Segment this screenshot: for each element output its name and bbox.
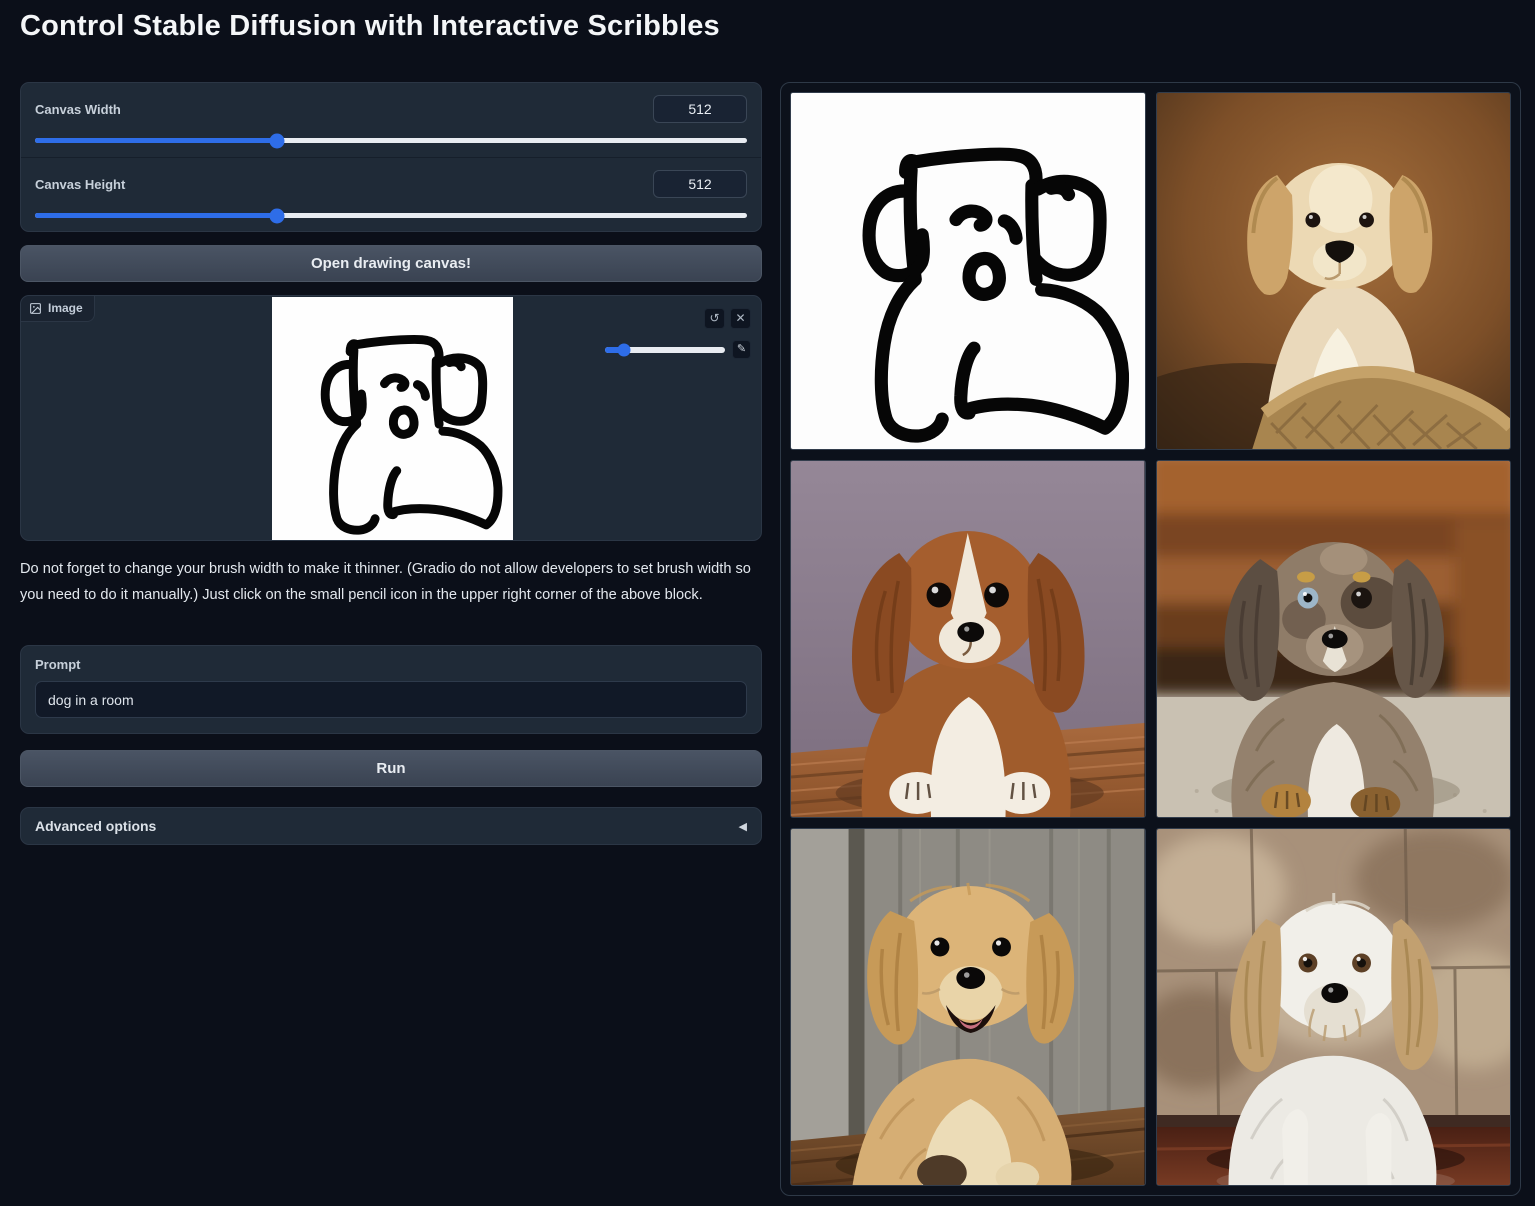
gallery-item-dog-white[interactable] — [1156, 828, 1512, 1186]
canvas-width-label: Canvas Width — [35, 102, 121, 117]
slider-thumb[interactable] — [270, 208, 285, 223]
canvas-height-label: Canvas Height — [35, 177, 125, 192]
slider-thumb[interactable] — [270, 133, 285, 148]
gallery-item-dog-basket[interactable] — [1156, 92, 1512, 450]
canvas-height-slider[interactable] — [35, 213, 747, 218]
chevron-left-icon: ◀ — [739, 820, 747, 833]
canvas-width-input[interactable] — [653, 95, 747, 123]
prompt-input[interactable] — [35, 681, 747, 718]
canvas-width-row: Canvas Width — [21, 83, 761, 157]
canvas-height-input[interactable] — [653, 170, 747, 198]
result-gallery — [780, 82, 1521, 1196]
page-title: Control Stable Diffusion with Interactiv… — [20, 10, 720, 43]
prompt-panel: Prompt — [20, 645, 762, 734]
canvas-width-slider[interactable] — [35, 138, 747, 143]
canvas-size-panel: Canvas Width Canvas Height — [20, 82, 762, 232]
image-editor: Image ↺ ✕ ✎ — [20, 295, 762, 541]
gallery-item-dog-happy[interactable] — [790, 828, 1146, 1186]
run-button[interactable]: Run — [20, 750, 762, 787]
brush-note: Do not forget to change your brush width… — [20, 556, 760, 609]
drawing-canvas[interactable] — [272, 297, 513, 540]
slider-thumb[interactable] — [618, 343, 631, 356]
prompt-label: Prompt — [35, 657, 747, 672]
undo-icon[interactable]: ↺ — [704, 308, 725, 329]
slider-fill — [35, 138, 277, 143]
image-icon — [29, 302, 42, 315]
brush-size-slider[interactable] — [605, 347, 725, 353]
canvas-height-row: Canvas Height — [21, 158, 761, 232]
open-canvas-button[interactable]: Open drawing canvas! — [20, 245, 762, 282]
gallery-item-dog-merle[interactable] — [1156, 460, 1512, 818]
advanced-options-accordion[interactable]: Advanced options ◀ — [20, 807, 762, 845]
gradio-app: Control Stable Diffusion with Interactiv… — [0, 0, 1535, 1206]
image-editor-label: Image — [21, 296, 95, 322]
gallery-item-scribble[interactable] — [790, 92, 1146, 450]
brush-icon[interactable]: ✎ — [732, 340, 751, 359]
slider-fill — [35, 213, 277, 218]
advanced-options-label: Advanced options — [35, 818, 156, 834]
clear-icon[interactable]: ✕ — [730, 308, 751, 329]
gallery-item-dog-wood[interactable] — [790, 460, 1146, 818]
